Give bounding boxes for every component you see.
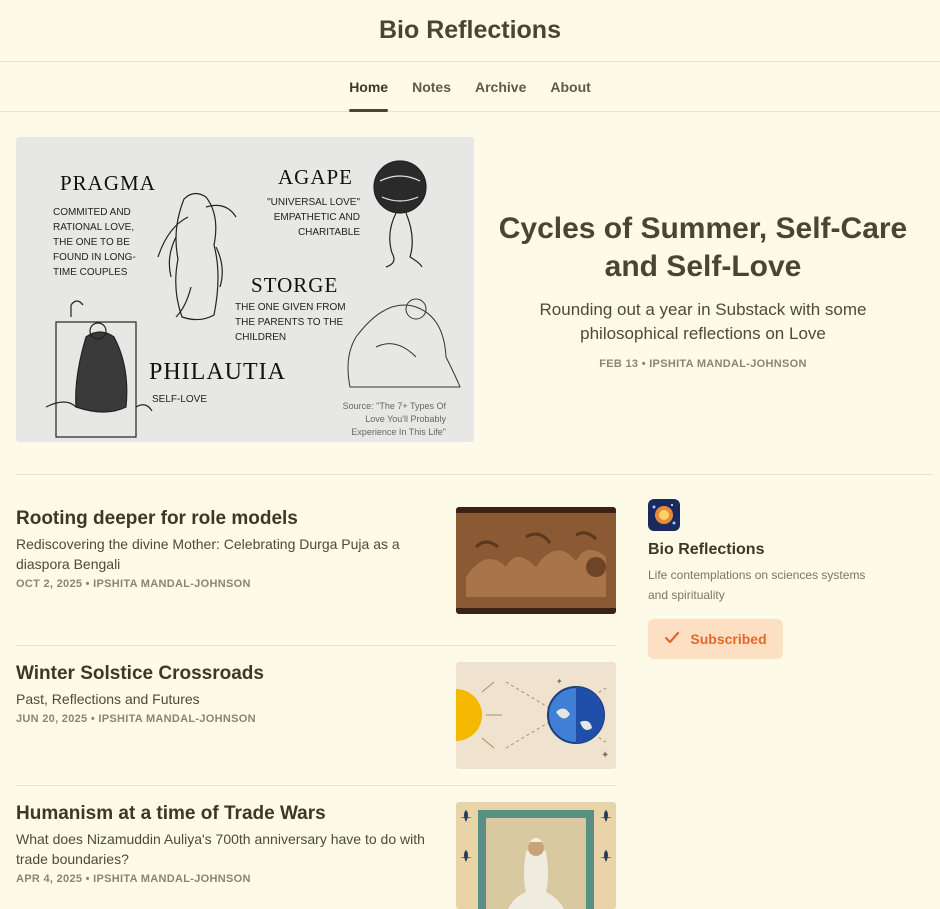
featured-post-meta: FEB 13 • IPSHITA MANDAL-JOHNSON xyxy=(599,357,807,370)
atlas-globe-illustration xyxy=(373,160,427,268)
site-title[interactable]: Bio Reflections xyxy=(379,16,561,45)
philautia-description: SELF-LOVE xyxy=(152,394,207,405)
site-header: Bio Reflections xyxy=(0,0,940,62)
post-separator xyxy=(16,785,616,786)
philautia-queen-illustration xyxy=(45,300,153,438)
storge-mother-illustration xyxy=(347,298,461,388)
publication-description: Life contemplations on sciences systems … xyxy=(648,568,866,602)
post-thumbnail[interactable] xyxy=(456,507,616,614)
post-thumbnail[interactable]: ✦ ✦ xyxy=(456,662,616,769)
subscribed-label: Subscribed xyxy=(690,631,767,647)
main-nav: Home Notes Archive About xyxy=(0,62,940,112)
svg-text:✦: ✦ xyxy=(601,750,609,761)
nav-home[interactable]: Home xyxy=(349,62,388,112)
storge-description: THE ONE GIVEN FROM THE PARENTS TO THE CHIL… xyxy=(235,302,346,343)
post-separator xyxy=(16,645,616,646)
publication-logo[interactable] xyxy=(648,499,680,531)
nav-about[interactable]: About xyxy=(550,62,590,111)
nav-archive[interactable]: Archive xyxy=(475,62,526,111)
post-subtitle: Past, Reflections and Futures xyxy=(16,691,200,707)
pragma-lovers-illustration xyxy=(157,192,237,321)
post-subtitle: Rediscovering the divine Mother: Celebra… xyxy=(16,536,400,572)
section-divider xyxy=(16,474,932,475)
post-thumbnail[interactable] xyxy=(456,802,616,909)
image-source-credit: Source: "The 7+ Types Of Love You'll Prob… xyxy=(343,401,447,437)
philautia-heading: PHILAUTIA xyxy=(149,359,286,385)
pragma-heading: PRAGMA xyxy=(60,171,156,195)
featured-post-title[interactable]: Cycles of Summer, Self-Care and Self-Lov… xyxy=(490,210,916,286)
post-item[interactable]: Rooting deeper for role models Rediscove… xyxy=(16,507,616,614)
featured-post[interactable]: PRAGMA AGAPE STORGE PHILAUTIA COMMITED A… xyxy=(16,137,932,442)
publication-sidebar: Bio Reflections Life contemplations on s… xyxy=(648,499,908,659)
check-icon xyxy=(664,631,680,648)
pragma-description: COMMITED AND RATIONAL LOVE, THE ONE TO BE F… xyxy=(53,207,136,278)
storge-heading: STORGE xyxy=(251,273,338,297)
featured-post-text: Cycles of Summer, Self-Care and Self-Lov… xyxy=(490,137,916,442)
agape-heading: AGAPE xyxy=(278,165,353,189)
post-item[interactable]: Humanism at a time of Trade Wars What do… xyxy=(16,802,616,909)
post-item[interactable]: Winter Solstice Crossroads Past, Reflect… xyxy=(16,662,616,769)
nav-notes[interactable]: Notes xyxy=(412,62,451,111)
post-subtitle: What does Nizamuddin Auliya's 700th anni… xyxy=(16,831,425,867)
subscribed-button[interactable]: Subscribed xyxy=(648,619,783,659)
svg-text:✦: ✦ xyxy=(556,677,563,686)
publication-name[interactable]: Bio Reflections xyxy=(648,541,908,559)
agape-description: "UNIVERSAL LOVE" EMPATHETIC AND CHARITABLE xyxy=(267,197,360,238)
featured-post-subtitle: Rounding out a year in Substack with som… xyxy=(539,299,867,343)
featured-post-image[interactable]: PRAGMA AGAPE STORGE PHILAUTIA COMMITED A… xyxy=(16,137,474,442)
